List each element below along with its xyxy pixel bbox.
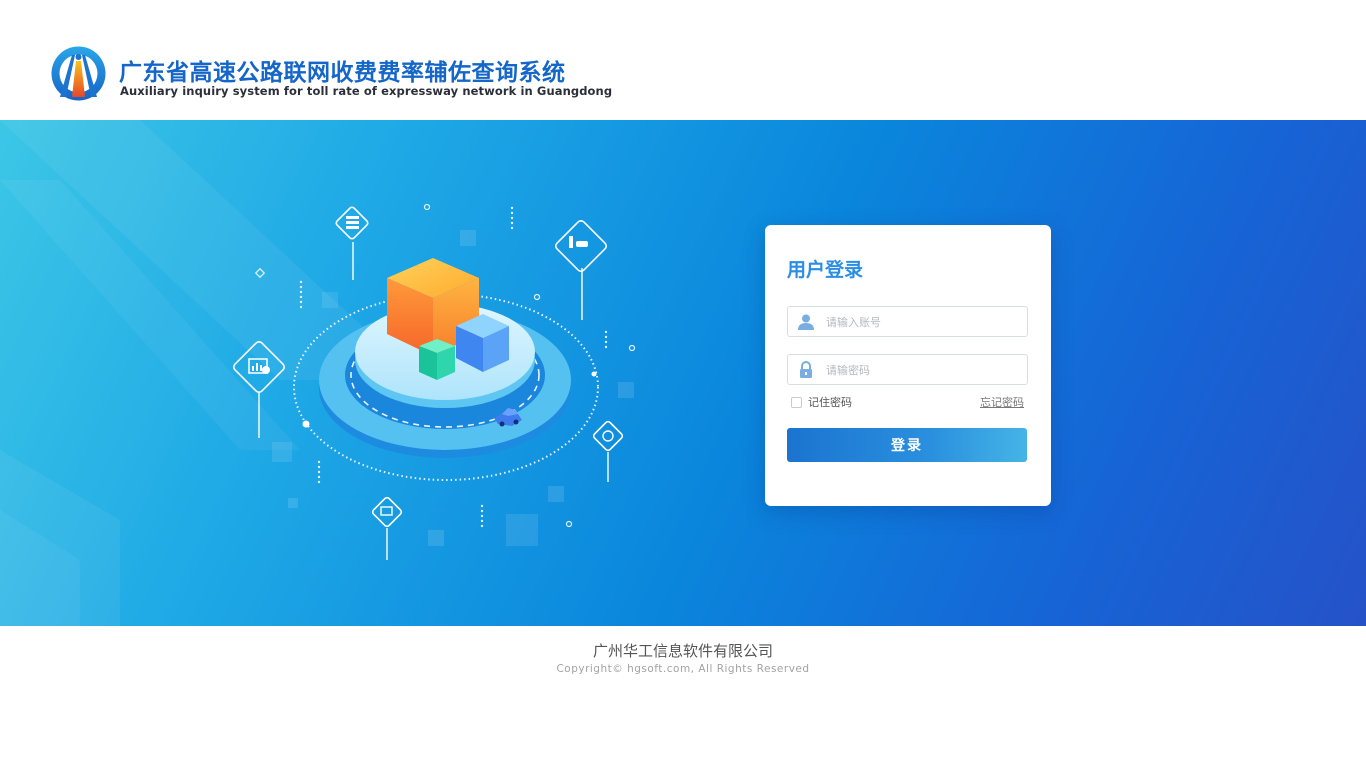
login-card: 用户登录 记住密码 忘记密码 登录 bbox=[765, 225, 1051, 506]
username-input[interactable] bbox=[826, 312, 1021, 332]
network-illustration bbox=[0, 120, 636, 626]
footer-copyright: Copyright© hgsoft.com, All Rights Reserv… bbox=[556, 663, 810, 675]
forgot-password-link[interactable]: 忘记密码 bbox=[980, 394, 1024, 410]
password-field[interactable] bbox=[787, 354, 1028, 385]
login-title: 用户登录 bbox=[787, 259, 864, 281]
remember-password[interactable]: 记住密码 bbox=[791, 394, 852, 410]
user-icon bbox=[798, 314, 814, 330]
remember-label: 记住密码 bbox=[808, 396, 852, 409]
password-input[interactable] bbox=[826, 360, 1021, 380]
lock-icon bbox=[800, 361, 812, 378]
system-subtitle: Auxiliary inquiry system for toll rate o… bbox=[120, 84, 613, 98]
system-title: 广东省高速公路联网收费费率辅佐查询系统 bbox=[119, 60, 566, 86]
footer-company: 广州华工信息软件有限公司 bbox=[592, 642, 773, 660]
hero-banner bbox=[0, 120, 1366, 626]
header: 广东省高速公路联网收费费率辅佐查询系统 Auxiliary inquiry sy… bbox=[0, 0, 1366, 120]
highway-logo-icon bbox=[51, 46, 106, 101]
username-field[interactable] bbox=[787, 306, 1028, 337]
remember-checkbox[interactable] bbox=[791, 396, 802, 408]
login-button[interactable]: 登录 bbox=[787, 428, 1027, 462]
